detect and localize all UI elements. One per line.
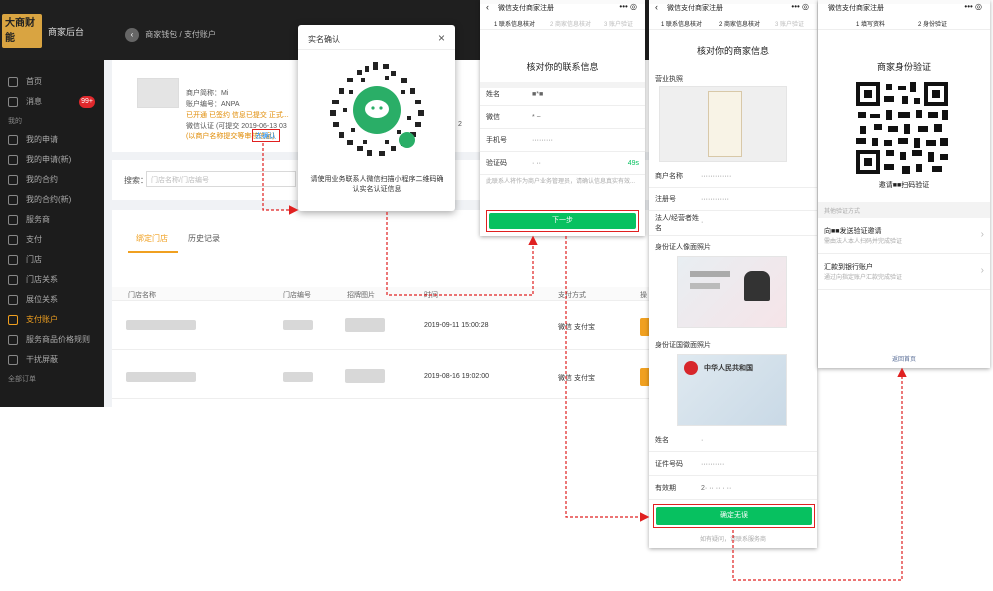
arrow-phone2-to-phone3 xyxy=(732,367,907,581)
arrow-phone1-to-phone2 xyxy=(565,236,650,522)
arrow-link-to-modal xyxy=(262,143,299,215)
arrow-modal-to-phone1 xyxy=(386,212,538,296)
flow-arrows xyxy=(262,143,907,581)
